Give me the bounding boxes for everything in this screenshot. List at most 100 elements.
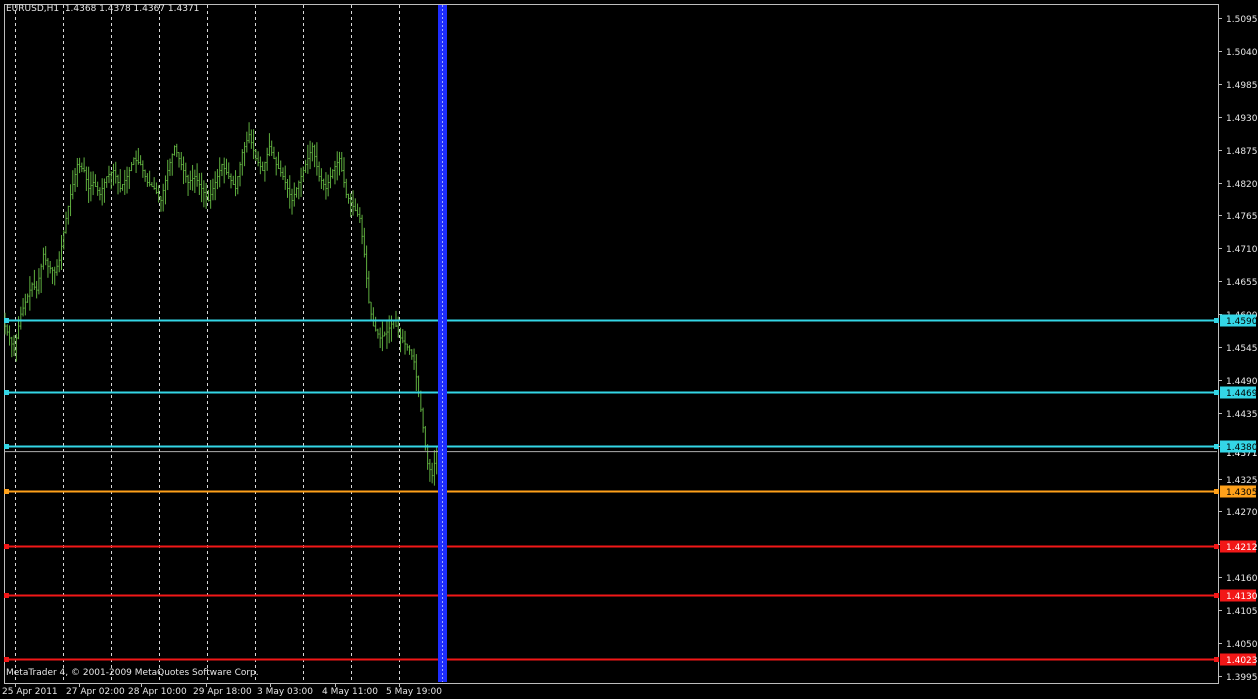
y-tick-label: 1.4875 [1226,147,1258,157]
ohlc-bar [13,335,16,357]
ohlc-bar [114,161,117,184]
level-handle-left[interactable] [4,544,9,549]
ohlc-bar [331,169,334,179]
ohlc-bar [187,174,190,196]
level-tag-text: 1.4380 [1226,443,1258,453]
y-tick-label: 1.4325 [1226,476,1258,486]
level-price-tag: 1.4212 [1220,540,1258,553]
level-price-tag: 1.4305 [1220,485,1258,498]
ohlc-bar [309,140,312,170]
ohlc-bar [214,171,217,201]
ohlc-bar [153,177,156,190]
ohlc-bar [318,161,321,182]
ohlc-bar [297,180,300,200]
ohlc-bar [22,298,25,317]
ohlc-bar [223,157,226,184]
level-price-tag: 1.4590 [1220,314,1258,327]
symbol-info: EURUSD,H1 1.4368 1.4378 1.4367 1.4371 [6,4,200,14]
level-handle-right[interactable] [1214,593,1219,598]
ohlc-bar [336,151,339,181]
level-handle-right[interactable] [1214,657,1219,662]
ohlc-bar [365,245,368,289]
y-tick-label: 1.4765 [1226,212,1258,222]
ohlc-bar [107,165,110,184]
ohlc-bar [394,310,397,328]
level-handle-right[interactable] [1214,390,1219,395]
chart-window[interactable]: 1.5095 1.5040 1.4985 1.4930 1.4875 1.4820 1.47… [0,0,1258,699]
price-chart[interactable]: 1.5095 1.5040 1.4985 1.4930 1.4875 1.4820 1.47… [0,0,1258,699]
ohlc-bar [363,227,366,258]
ohlc-bar [92,171,95,196]
ohlc-bar [24,293,27,316]
ohlc-bar [315,142,318,176]
ohlc-bar [272,146,275,160]
ohlc-bar [295,187,298,198]
ohlc-bar [189,170,192,190]
ohlc-bar [230,173,232,189]
ohlc-bar [78,157,81,174]
ohlc-bar [202,180,205,208]
level-handle-left[interactable] [4,489,9,494]
ohlc-bar [28,276,31,311]
level-handle-left[interactable] [4,390,9,395]
y-tick-label: 1.3995 [1226,673,1258,683]
y-tick-label: 1.4655 [1226,278,1258,288]
ohlc-bar [123,169,126,195]
ohlc-bar [103,178,106,203]
ohlc-bar [218,157,221,188]
level-tag-text: 1.4212 [1226,543,1258,553]
ohlc-bar [182,156,185,185]
ohlc-bar [164,175,167,205]
ohlc-bar [422,407,425,433]
ohlc-bar [239,161,242,187]
ohlc-bar [324,172,327,200]
ohlc-bar [356,203,359,217]
level-handle-left[interactable] [4,318,9,323]
ohlc-bar [26,293,29,303]
ohlc-bar [94,174,97,187]
x-tick-label: 5 May 19:00 [386,687,442,697]
ohlc-bar [58,251,61,273]
x-tick-label: 4 May 11:00 [322,687,378,697]
ohlc-bar [311,142,314,162]
ohlc-bar [379,327,382,349]
y-tick-label: 1.4160 [1226,574,1258,584]
ohlc-bar [385,319,388,349]
ohlc-bar [196,163,199,187]
ohlc-bar [381,321,384,352]
ohlc-bar [76,157,79,188]
level-tag-text: 1.4469 [1226,389,1258,399]
ohlc-bar [410,349,413,360]
y-tick-label: 1.4930 [1226,114,1258,124]
level-handle-right[interactable] [1214,489,1219,494]
y-tick-label: 1.4985 [1226,81,1258,91]
ohlc-bar [259,156,262,175]
ohlc-bar [117,174,119,195]
ohlc-bar [426,444,429,470]
level-handle-left[interactable] [4,657,9,662]
level-handle-left[interactable] [4,444,9,449]
ohlc-bar [46,257,49,278]
ohlc-bar [354,198,357,212]
ohlc-bar [428,458,431,482]
x-tick-label: 25 Apr 2011 [2,687,58,697]
ohlc-bar [243,142,246,167]
ohlc-bar [31,282,34,297]
y-tick-label: 1.4435 [1226,410,1258,420]
ohlc-bar [257,151,260,167]
ohlc-bar [415,354,418,392]
y-tick-label: 1.4710 [1226,245,1258,255]
y-tick-label: 1.4820 [1226,180,1258,190]
ohlc-bar [139,155,142,166]
ohlc-bar [130,162,133,172]
level-handle-right[interactable] [1214,318,1219,323]
ohlc-bar [413,348,416,370]
ohlc-bar [37,268,40,295]
level-handle-left[interactable] [4,593,9,598]
chart-frame [4,4,1219,684]
ohlc-bar [150,182,153,187]
ohlc-bar [281,167,284,180]
ohlc-bar [245,131,248,153]
ohlc-bar [87,166,90,203]
ohlc-bar [148,170,151,187]
